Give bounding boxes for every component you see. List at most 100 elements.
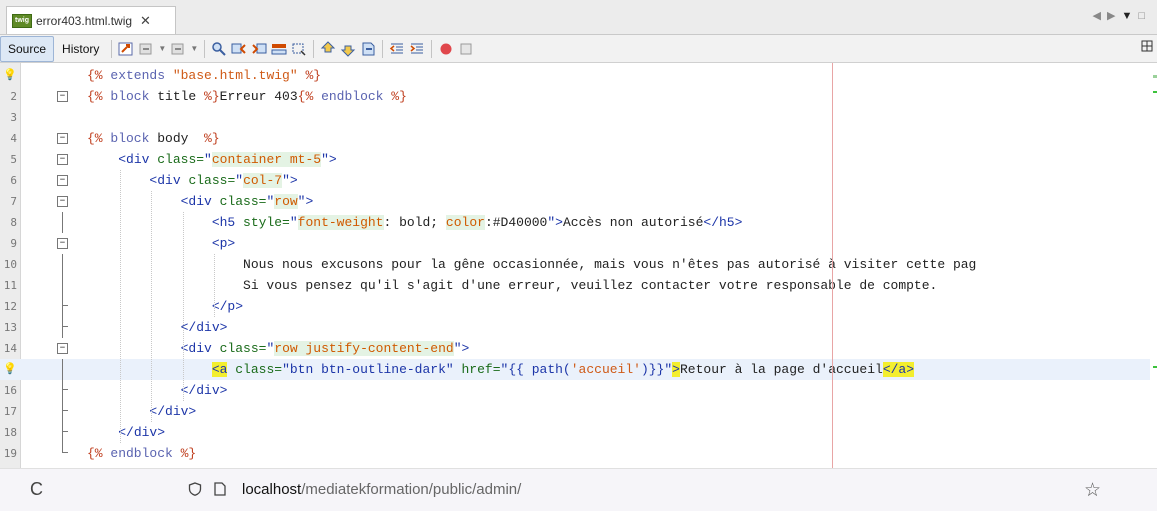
url-field[interactable]: localhost/mediatekformation/public/admin… bbox=[242, 481, 521, 498]
code-line[interactable]: 💡 {% extends "base.html.twig" %} bbox=[0, 65, 1150, 86]
error-stripe-mark[interactable] bbox=[1153, 75, 1157, 78]
fold-toggle-icon[interactable]: − bbox=[57, 91, 68, 102]
source-button[interactable]: Source bbox=[0, 35, 55, 62]
code-line[interactable]: 11 Si vous pensez qu'il s'agit d'une err… bbox=[0, 275, 1150, 296]
code-line[interactable]: 14 − <div class="row justify-content-end"… bbox=[0, 338, 1150, 359]
url-path: /mediatekformation/public/admin/ bbox=[301, 481, 522, 498]
line-number: 4 bbox=[10, 132, 17, 145]
code-line[interactable]: 5 − <div class="container mt-5"> bbox=[0, 149, 1150, 170]
code-line[interactable]: 17 </div> bbox=[0, 401, 1150, 422]
code-text: <a class="btn btn-outline-dark" href="{{… bbox=[211, 362, 915, 377]
hint-bulb-icon[interactable]: 💡 bbox=[3, 362, 17, 376]
shift-left-icon[interactable] bbox=[389, 41, 405, 57]
code-line[interactable]: 10 Nous nous excusons pour la gêne occas… bbox=[0, 254, 1150, 275]
toggle-highlight-icon[interactable] bbox=[271, 41, 287, 57]
fold-line bbox=[62, 212, 63, 233]
code-line[interactable]: 13 </div> bbox=[0, 317, 1150, 338]
fold-end-marker bbox=[62, 305, 68, 306]
fold-end-marker bbox=[62, 389, 68, 390]
code-text: <div class="container mt-5"> bbox=[118, 152, 337, 167]
indent-guide bbox=[120, 170, 122, 443]
fold-line bbox=[62, 275, 63, 296]
code-line[interactable]: 8 <h5 style="font-weight: bold; color:#D… bbox=[0, 212, 1150, 233]
code-text: {% block title %}Erreur 403{% endblock %… bbox=[87, 89, 407, 104]
code-line[interactable]: 4 − {% block body %} bbox=[0, 128, 1150, 149]
fold-toggle-icon[interactable]: − bbox=[57, 175, 68, 186]
reload-icon[interactable]: C bbox=[30, 479, 43, 500]
next-bookmark-icon[interactable] bbox=[340, 41, 356, 57]
history-button[interactable]: History bbox=[54, 36, 107, 62]
code-line[interactable]: 18 </div> bbox=[0, 422, 1150, 443]
scroll-left-icon[interactable]: ◀ bbox=[1093, 10, 1107, 22]
bookmark-star-icon[interactable]: ☆ bbox=[1084, 479, 1101, 502]
back-dropdown-icon[interactable]: ▼ bbox=[158, 41, 166, 57]
code-text: <div class="col-7"> bbox=[149, 173, 298, 188]
restore-window-icon[interactable]: □ bbox=[1138, 10, 1151, 22]
fold-line bbox=[62, 254, 63, 275]
back-icon[interactable] bbox=[138, 41, 154, 57]
code-text: {% block body %} bbox=[87, 131, 220, 146]
last-edit-icon[interactable] bbox=[118, 41, 134, 57]
editor-tab-bar: twig error403.html.twig ✕ ◀▶▼□ bbox=[0, 0, 1157, 35]
fold-toggle-icon[interactable]: − bbox=[57, 238, 68, 249]
hint-bulb-icon[interactable]: 💡 bbox=[3, 68, 17, 82]
fold-line bbox=[62, 401, 63, 422]
right-margin-guide bbox=[832, 63, 833, 468]
line-number: 3 bbox=[10, 111, 17, 124]
code-line[interactable]: 19 {% endblock %} bbox=[0, 443, 1150, 464]
line-number: 8 bbox=[10, 216, 17, 229]
tab-navigation[interactable]: ◀▶▼□ bbox=[1093, 9, 1151, 22]
line-number: 2 bbox=[10, 90, 17, 103]
toolbar-separator bbox=[111, 39, 113, 58]
rectangular-selection-icon[interactable] bbox=[291, 41, 307, 57]
code-line[interactable]: 16 </div> bbox=[0, 380, 1150, 401]
fold-toggle-icon[interactable]: − bbox=[57, 133, 68, 144]
line-number: 19 bbox=[3, 447, 17, 460]
toggle-bookmark-icon[interactable] bbox=[360, 41, 376, 57]
indent-guide bbox=[182, 212, 184, 401]
fold-line bbox=[62, 317, 63, 338]
tab-list-icon[interactable]: ▼ bbox=[1121, 10, 1138, 22]
forward-icon[interactable] bbox=[170, 41, 186, 57]
line-number: 10 bbox=[3, 258, 17, 271]
code-line[interactable]: 💡 <a class="btn btn-outline-dark" href="… bbox=[0, 359, 1150, 380]
fold-line bbox=[62, 380, 63, 401]
code-line[interactable]: 9 − <p> bbox=[0, 233, 1150, 254]
code-line[interactable]: 12 </p> bbox=[0, 296, 1150, 317]
find-previous-icon[interactable] bbox=[231, 41, 247, 57]
scroll-right-icon[interactable]: ▶ bbox=[1107, 10, 1121, 22]
line-number: 14 bbox=[3, 342, 17, 355]
fold-line bbox=[62, 359, 63, 380]
fold-toggle-icon[interactable]: − bbox=[57, 343, 68, 354]
find-selection-icon[interactable] bbox=[211, 41, 227, 57]
page-info-icon[interactable] bbox=[214, 482, 226, 496]
error-stripe-mark[interactable] bbox=[1153, 366, 1157, 368]
split-view-icon[interactable] bbox=[1141, 40, 1153, 55]
close-icon[interactable]: ✕ bbox=[140, 13, 151, 29]
code-line[interactable]: 3 bbox=[0, 107, 1150, 128]
code-text: <p> bbox=[211, 236, 236, 251]
file-tab-title: error403.html.twig bbox=[36, 13, 133, 28]
line-number: 11 bbox=[3, 279, 17, 292]
previous-bookmark-icon[interactable] bbox=[320, 40, 336, 57]
forward-dropdown-icon[interactable]: ▼ bbox=[190, 41, 198, 57]
record-macro-icon[interactable] bbox=[438, 41, 454, 57]
code-line[interactable]: 6 − <div class="col-7"> bbox=[0, 170, 1150, 191]
find-next-icon[interactable] bbox=[251, 41, 267, 57]
shield-icon[interactable] bbox=[188, 482, 202, 496]
twig-file-icon: twig bbox=[12, 13, 32, 28]
code-text: </div> bbox=[180, 383, 228, 398]
code-line[interactable]: 2 − {% block title %}Erreur 403{% endblock… bbox=[0, 86, 1150, 107]
code-text: {% endblock %} bbox=[87, 446, 197, 461]
file-tab[interactable]: twig error403.html.twig ✕ bbox=[6, 6, 176, 34]
toolbar-separator bbox=[382, 39, 384, 58]
shift-right-icon[interactable] bbox=[409, 41, 425, 57]
fold-toggle-icon[interactable]: − bbox=[57, 196, 68, 207]
stop-macro-icon[interactable] bbox=[458, 41, 474, 57]
fold-toggle-icon[interactable]: − bbox=[57, 154, 68, 165]
code-line[interactable]: 7− <div class="row"> bbox=[0, 191, 1150, 212]
code-text: </div> bbox=[118, 425, 166, 440]
code-editor[interactable]: 💡 {% extends "base.html.twig" %} 2 − {% bloc… bbox=[0, 63, 1157, 468]
indent-guide bbox=[213, 254, 215, 317]
error-stripe-mark[interactable] bbox=[1153, 91, 1157, 93]
